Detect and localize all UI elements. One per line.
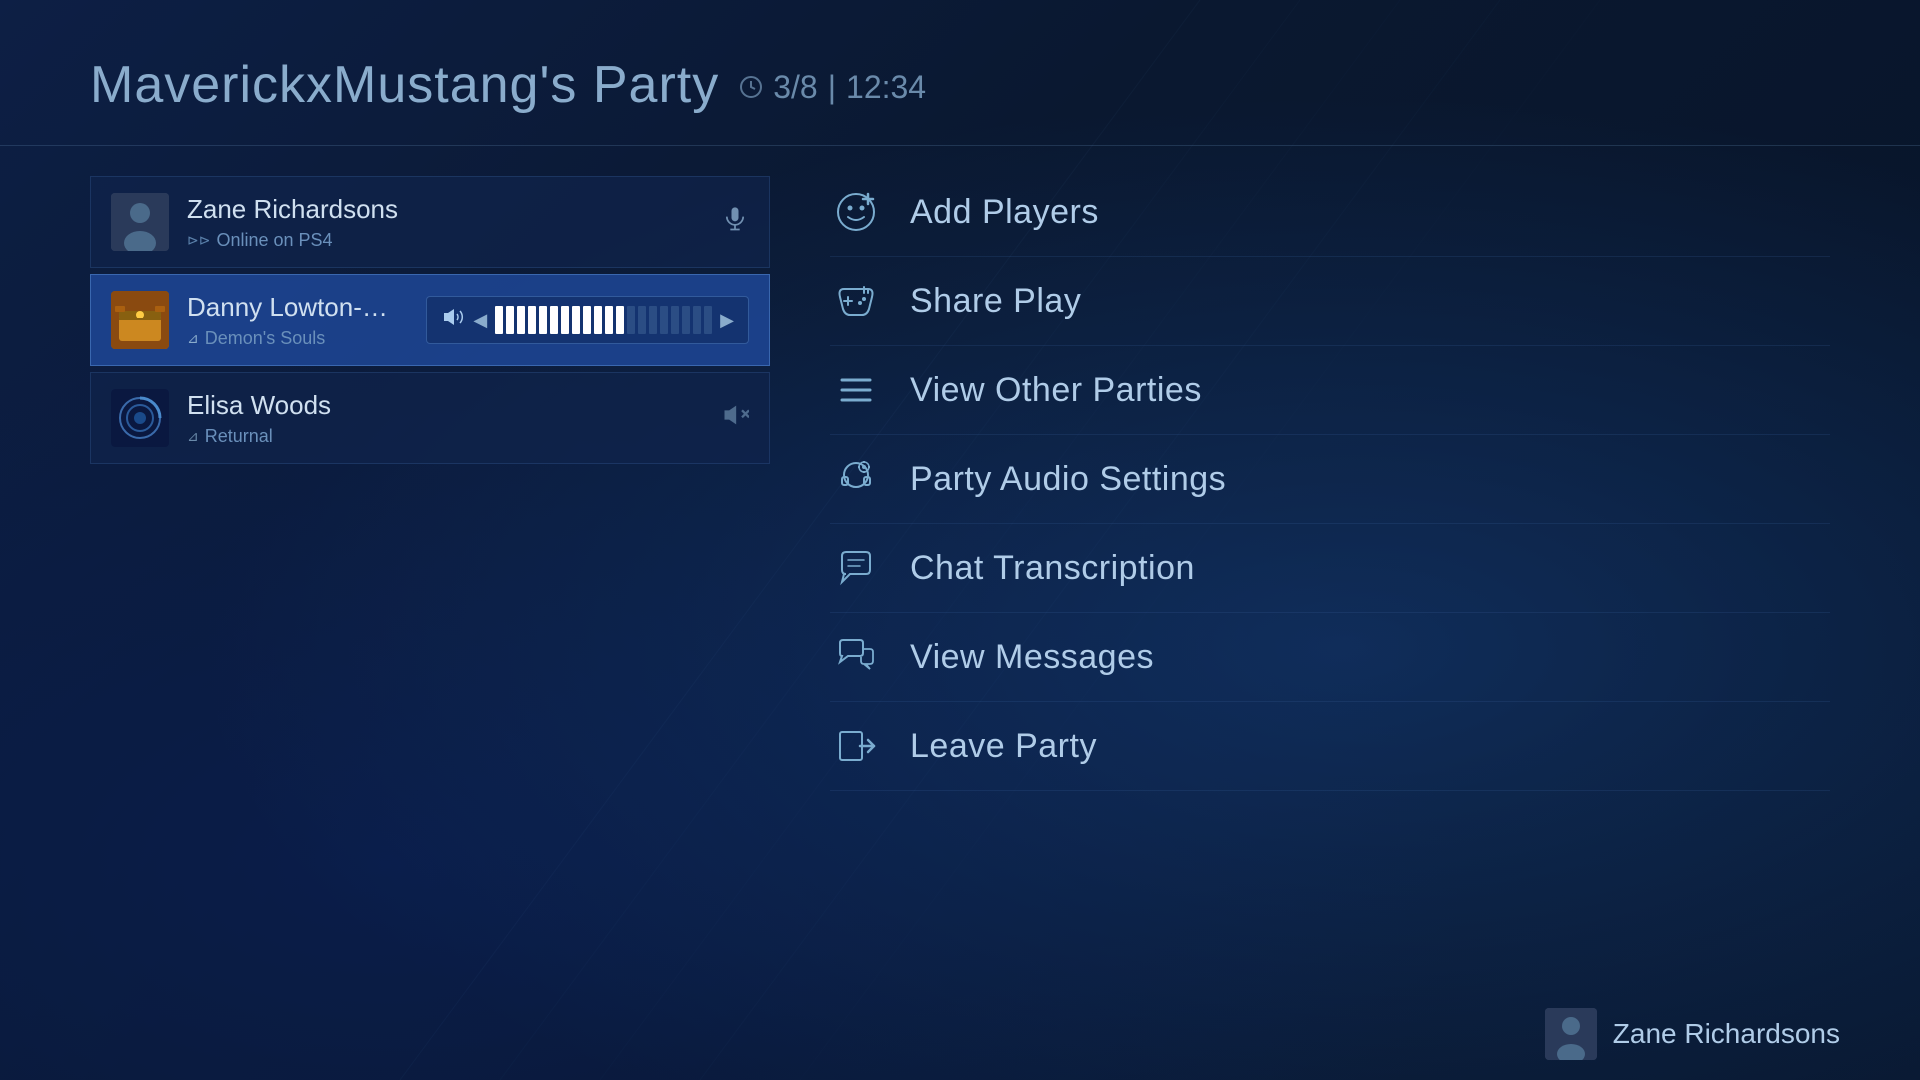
member-status: ⊿ Returnal [187,426,703,447]
clock-icon [739,75,763,99]
vol-bar [638,306,646,334]
bottom-avatar [1545,1008,1597,1060]
view-messages-icon [830,631,882,683]
member-info: Danny Lowton-Micha... ⊿ Demon's Souls [187,292,408,349]
party-list: Zane Richardsons ⊳⊳ Online on PS4 [90,176,770,1056]
status-text: Demon's Souls [205,328,326,349]
share-play-icon [830,275,882,327]
add-players-label: Add Players [910,193,1099,232]
volume-icon [441,305,465,335]
view-messages-label: View Messages [910,638,1154,677]
vol-bar [660,306,668,334]
vol-bar [495,306,503,334]
status-text: Online on PS4 [216,230,332,251]
add-players-item[interactable]: Add Players [830,186,1830,257]
avatar [111,291,169,349]
game-icon: ⊿ [187,330,199,347]
party-audio-settings-item[interactable]: Party Audio Settings [830,435,1830,524]
share-play-item[interactable]: Share Play [830,257,1830,346]
vol-bar [693,306,701,334]
mic-icon [721,205,749,240]
add-players-icon [830,186,882,238]
vol-bar [594,306,602,334]
avatar [111,389,169,447]
vol-bar [550,306,558,334]
member-name: Danny Lowton-Micha... [187,292,408,323]
view-parties-label: View Other Parties [910,371,1202,410]
view-other-parties-item[interactable]: View Other Parties [830,346,1830,435]
party-meta: 3/8 | 12:34 [739,69,926,106]
volume-control[interactable]: ◀ [426,296,749,344]
member-name: Zane Richardsons [187,194,703,225]
vol-bar [572,306,580,334]
vol-bar [704,306,712,334]
member-name: Elisa Woods [187,390,703,421]
volume-decrease-button[interactable]: ◀ [473,310,487,331]
status-text: Returnal [205,426,273,447]
bottom-bar: Zane Richardsons [1465,988,1920,1080]
member-row[interactable]: Zane Richardsons ⊳⊳ Online on PS4 [90,176,770,268]
member-info: Zane Richardsons ⊳⊳ Online on PS4 [187,194,703,251]
vol-bar [682,306,690,334]
party-title: MaverickxMustang's Party [90,55,719,115]
volume-increase-button[interactable]: ▶ [720,310,734,331]
volume-bars [495,306,712,334]
member-info: Elisa Woods ⊿ Returnal [187,390,703,447]
vol-bar [561,306,569,334]
member-row[interactable]: Elisa Woods ⊿ Returnal [90,372,770,464]
right-menu: Add Players S [830,176,1830,1056]
vol-bar [506,306,514,334]
main-layout: Zane Richardsons ⊳⊳ Online on PS4 [0,146,1920,1056]
chat-transcription-item[interactable]: Chat Transcription [830,524,1830,613]
header: MaverickxMustang's Party 3/8 | 12:34 [0,0,1920,145]
game-icon: ⊿ [187,428,199,445]
member-status: ⊿ Demon's Souls [187,328,408,349]
mute-icon [721,401,749,436]
vol-bar [649,306,657,334]
bottom-username: Zane Richardsons [1613,1018,1840,1050]
audio-settings-label: Party Audio Settings [910,460,1226,499]
avatar [111,193,169,251]
leave-party-icon [830,720,882,772]
separator: | [828,69,836,106]
vol-bar [605,306,613,334]
member-row[interactable]: Danny Lowton-Micha... ⊿ Demon's Souls [90,274,770,366]
vol-bar [539,306,547,334]
vol-bar [671,306,679,334]
audio-settings-icon [830,453,882,505]
share-play-label: Share Play [910,282,1081,321]
chat-transcription-icon [830,542,882,594]
leave-party-item[interactable]: Leave Party [830,702,1830,791]
leave-party-label: Leave Party [910,727,1097,766]
time-display: 12:34 [846,69,926,106]
ps4-icon: ⊳⊳ [187,232,210,249]
chat-transcription-label: Chat Transcription [910,549,1195,588]
view-parties-icon [830,364,882,416]
vol-bar [616,306,624,334]
vol-bar [627,306,635,334]
vol-bar [517,306,525,334]
member-count: 3/8 [773,69,817,106]
vol-bar [583,306,591,334]
vol-bar [528,306,536,334]
view-messages-item[interactable]: View Messages [830,613,1830,702]
member-status: ⊳⊳ Online on PS4 [187,230,703,251]
